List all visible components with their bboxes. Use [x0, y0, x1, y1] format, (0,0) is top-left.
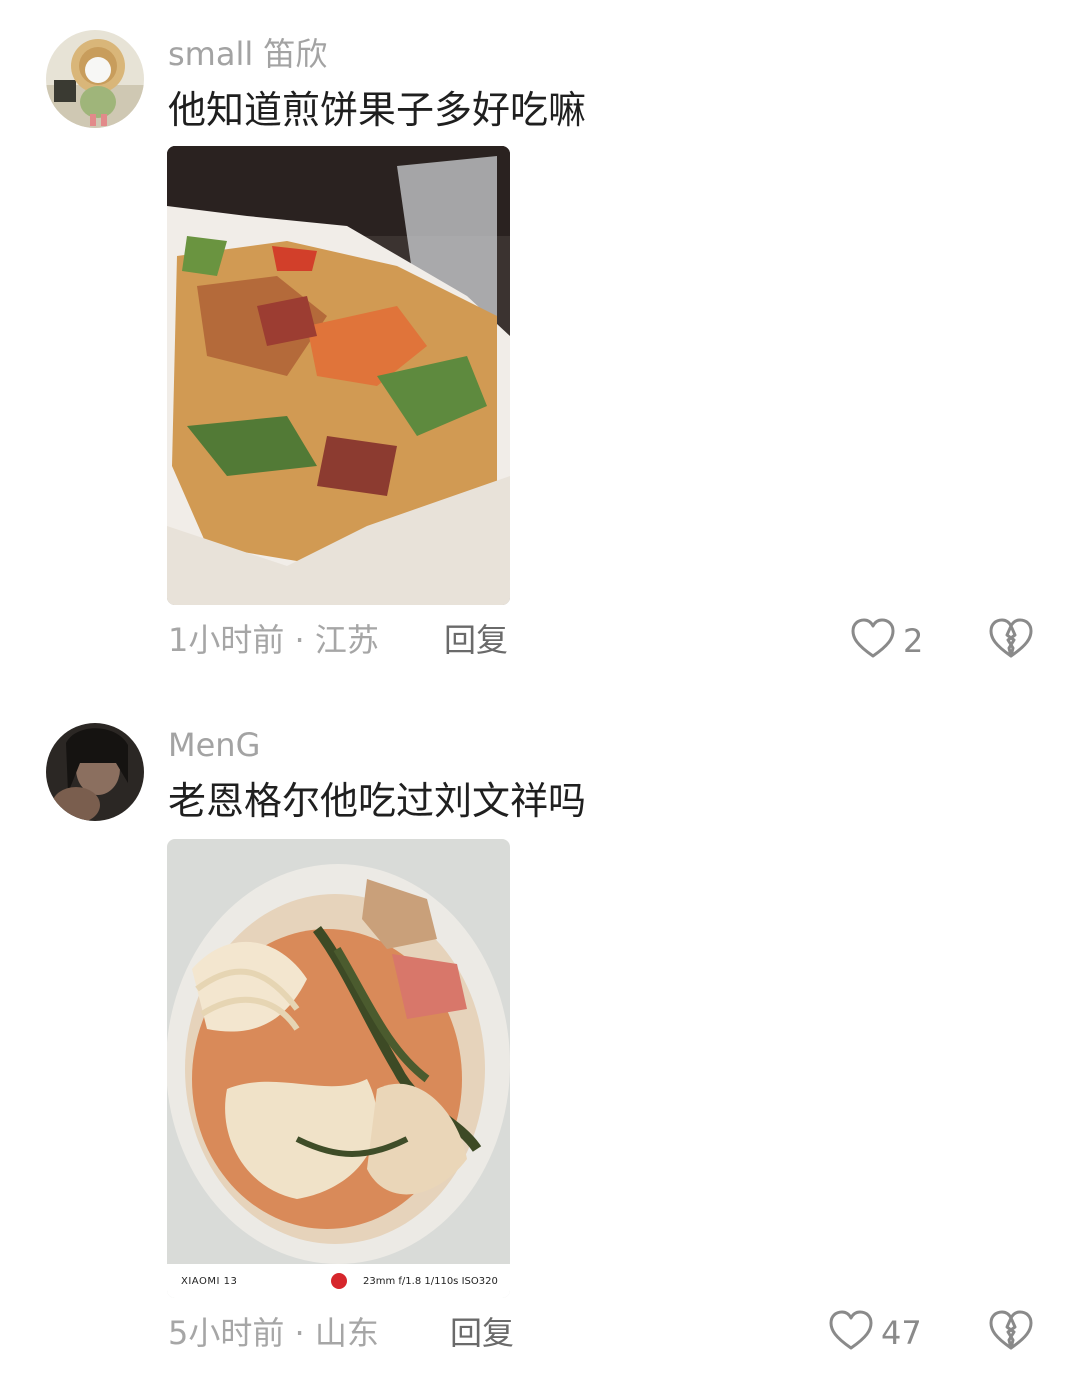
broken-heart-icon — [989, 1310, 1033, 1356]
reply-button[interactable]: 回复 — [444, 620, 508, 660]
comment-item: small 笛欣 他知道煎饼果子多好吃嘛 1小时前 · 江苏 回复 2 — [0, 0, 1080, 690]
comment-text: 他知道煎饼果子多好吃嘛 — [168, 88, 587, 132]
location: 山东 — [314, 1314, 379, 1352]
camera-logo-icon — [331, 1273, 347, 1289]
reply-button[interactable]: 回复 — [450, 1313, 514, 1353]
dislike-button[interactable] — [989, 1310, 1033, 1356]
avatar[interactable] — [46, 30, 144, 128]
like-button[interactable]: 47 — [829, 1310, 922, 1356]
like-count: 2 — [903, 622, 924, 660]
avatar[interactable] — [46, 723, 144, 821]
like-count: 47 — [881, 1314, 922, 1352]
comment-meta: 5小时前 · 山东 — [168, 1313, 379, 1353]
camera-model: XIAOMI 13 — [181, 1276, 238, 1287]
broken-heart-icon — [989, 618, 1033, 664]
meta-separator: · — [294, 621, 305, 659]
photo-exif-bar: XIAOMI 13 23mm f/1.8 1/110s ISO320 — [167, 1264, 510, 1298]
comment-text: 老恩格尔他吃过刘文祥吗 — [168, 779, 587, 823]
timestamp: 5小时前 — [168, 1314, 285, 1352]
camera-params: 23mm f/1.8 1/110s ISO320 — [363, 1276, 498, 1287]
dislike-button[interactable] — [989, 618, 1033, 664]
location: 江苏 — [314, 621, 379, 659]
heart-icon — [851, 618, 895, 664]
meta-separator: · — [294, 1314, 305, 1352]
comment-item: MenG 老恩格尔他吃过刘文祥吗 XIAOMI 13 23mm f/1.8 1/… — [0, 690, 1080, 1396]
username[interactable]: small 笛欣 — [168, 34, 327, 74]
heart-icon — [829, 1310, 873, 1356]
timestamp: 1小时前 — [168, 621, 285, 659]
comment-photo[interactable]: XIAOMI 13 23mm f/1.8 1/110s ISO320 — [167, 839, 510, 1298]
comment-meta: 1小时前 · 江苏 — [168, 620, 379, 660]
like-button[interactable]: 2 — [851, 618, 923, 664]
comment-photo[interactable] — [167, 146, 510, 605]
username[interactable]: MenG — [168, 725, 260, 765]
